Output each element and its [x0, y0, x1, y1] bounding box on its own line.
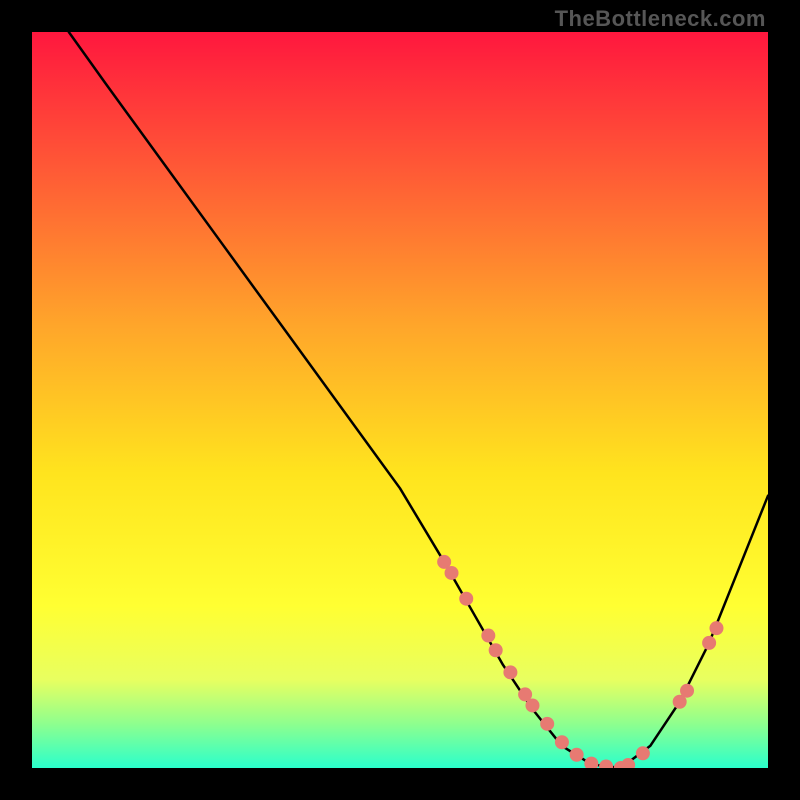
data-point: [584, 757, 598, 768]
data-point: [459, 592, 473, 606]
data-point: [680, 684, 694, 698]
data-point: [481, 629, 495, 643]
chart-svg: [32, 32, 768, 768]
data-point: [555, 735, 569, 749]
data-point: [570, 748, 584, 762]
bottleneck-curve: [69, 32, 768, 768]
data-point: [709, 621, 723, 635]
data-point: [540, 717, 554, 731]
data-point: [525, 698, 539, 712]
data-point: [702, 636, 716, 650]
data-point: [503, 665, 517, 679]
data-point: [599, 760, 613, 768]
data-point: [445, 566, 459, 580]
watermark-label: TheBottleneck.com: [555, 6, 766, 32]
plot-area: [32, 32, 768, 768]
data-point: [636, 746, 650, 760]
data-point: [489, 643, 503, 657]
chart-frame: TheBottleneck.com: [0, 0, 800, 800]
